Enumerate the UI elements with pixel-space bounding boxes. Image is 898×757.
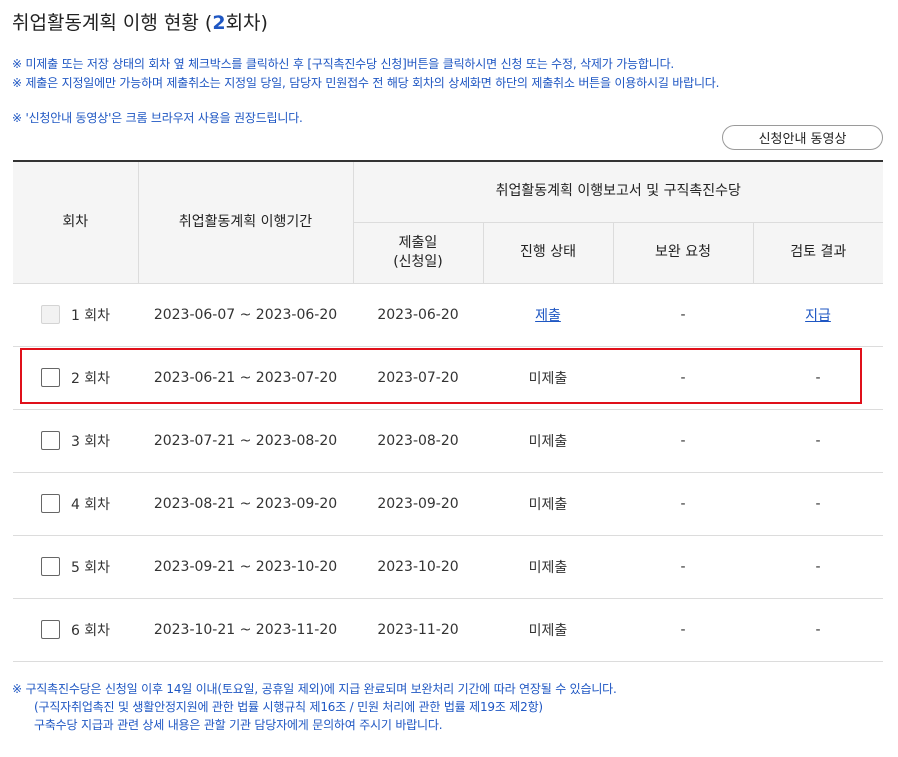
submit-date-cell: 2023-06-20 (353, 283, 483, 347)
period-cell: 2023-06-21 ~ 2023-07-20 (138, 346, 353, 410)
review-cell: - (753, 346, 884, 410)
status-cell: 미제출 (483, 598, 613, 662)
review-cell: - (753, 535, 884, 599)
round-label: 3 회차 (70, 433, 111, 450)
table-row: 5 회차 2023-09-21 ~ 2023-10-20 2023-10-20 … (13, 535, 884, 599)
round-checkbox[interactable] (40, 620, 60, 639)
supplement-cell: - (613, 472, 753, 536)
plan-status-table: 회차 취업활동계획 이행기간 취업활동계획 이행보고서 및 구직촉진수당 제출일… (13, 160, 884, 662)
review-cell: - (753, 409, 884, 473)
header-supplement: 보완 요청 (612, 222, 753, 284)
footer-notice: ※ 구직촉진수당은 신청일 이후 14일 이내(토요일, 공휴일 제외)에 지급… (12, 680, 617, 734)
submit-date-cell: 2023-09-20 (353, 472, 483, 536)
supplement-cell: - (613, 283, 753, 347)
table-row: 3 회차 2023-07-21 ~ 2023-08-20 2023-08-20 … (13, 409, 884, 473)
footer-line-3: 구축수당 지급과 관련 상세 내용은 관할 기관 담당자에게 문의하여 주시기 … (34, 718, 443, 732)
table-row: 4 회차 2023-08-21 ~ 2023-09-20 2023-09-20 … (13, 472, 884, 536)
status-cell: 미제출 (483, 472, 613, 536)
status-link[interactable]: 제출 (535, 308, 561, 324)
footer-line-1: ※ 구직촉진수당은 신청일 이후 14일 이내(토요일, 공휴일 제외)에 지급… (12, 682, 617, 696)
period-cell: 2023-07-21 ~ 2023-08-20 (138, 409, 353, 473)
review-cell: - (753, 598, 884, 662)
supplement-cell: - (613, 346, 753, 410)
notice-line-3: ※ '신청안내 동영상'은 크롬 브라우저 사용을 권장드립니다. (12, 111, 303, 125)
table-row: 2 회차 2023-06-21 ~ 2023-07-20 2023-07-20 … (13, 346, 884, 410)
header-round: 회차 (13, 160, 138, 284)
round-label: 2 회차 (70, 370, 111, 387)
status-cell: 미제출 (483, 346, 613, 410)
footer-line-2: (구직자취업촉진 및 생활안정지원에 관한 법률 시행규칙 제16조 / 민원 … (34, 700, 543, 714)
notice-line-1: ※ 미제출 또는 저장 상태의 회차 옆 체크박스를 클릭하신 후 [구직촉진수… (12, 57, 675, 71)
submit-date-cell: 2023-11-20 (353, 598, 483, 662)
round-checkbox (40, 305, 60, 324)
round-checkbox[interactable] (40, 494, 60, 513)
submit-date-cell: 2023-10-20 (353, 535, 483, 599)
period-cell: 2023-06-07 ~ 2023-06-20 (138, 283, 353, 347)
round-checkbox[interactable] (40, 368, 60, 387)
review-result-link[interactable]: 지급 (805, 308, 831, 324)
header-review: 검토 결과 (752, 222, 884, 284)
status-cell: 미제출 (483, 409, 613, 473)
header-submit-date: 제출일 (신청일) (352, 222, 483, 284)
table-row: 1 회차 2023-06-07 ~ 2023-06-20 2023-06-20 … (13, 283, 884, 347)
header-status: 진행 상태 (482, 222, 613, 284)
page-title: 취업활동계획 이행 현황 (2회차) (12, 12, 268, 34)
header-period: 취업활동계획 이행기간 (137, 160, 353, 284)
period-cell: 2023-10-21 ~ 2023-11-20 (138, 598, 353, 662)
round-checkbox[interactable] (40, 431, 60, 450)
supplement-cell: - (613, 598, 753, 662)
review-cell: - (753, 472, 884, 536)
round-label: 1 회차 (70, 307, 111, 324)
current-round-number: 2 (212, 12, 226, 34)
table-row: 6 회차 2023-10-21 ~ 2023-11-20 2023-11-20 … (13, 598, 884, 662)
round-label: 6 회차 (70, 622, 111, 639)
submit-date-cell: 2023-07-20 (353, 346, 483, 410)
supplement-cell: - (613, 535, 753, 599)
period-cell: 2023-08-21 ~ 2023-09-20 (138, 472, 353, 536)
round-checkbox[interactable] (40, 557, 60, 576)
notice-line-2: ※ 제출은 지정일에만 가능하며 제출취소는 지정일 당일, 담당자 민원접수 … (12, 76, 720, 90)
status-cell: 미제출 (483, 535, 613, 599)
round-label: 5 회차 (70, 559, 111, 576)
supplement-cell: - (613, 409, 753, 473)
period-cell: 2023-09-21 ~ 2023-10-20 (138, 535, 353, 599)
submit-date-cell: 2023-08-20 (353, 409, 483, 473)
header-report-group: 취업활동계획 이행보고서 및 구직촉진수당 (352, 160, 884, 223)
guide-video-button[interactable]: 신청안내 동영상 (722, 125, 883, 150)
round-label: 4 회차 (70, 496, 111, 513)
